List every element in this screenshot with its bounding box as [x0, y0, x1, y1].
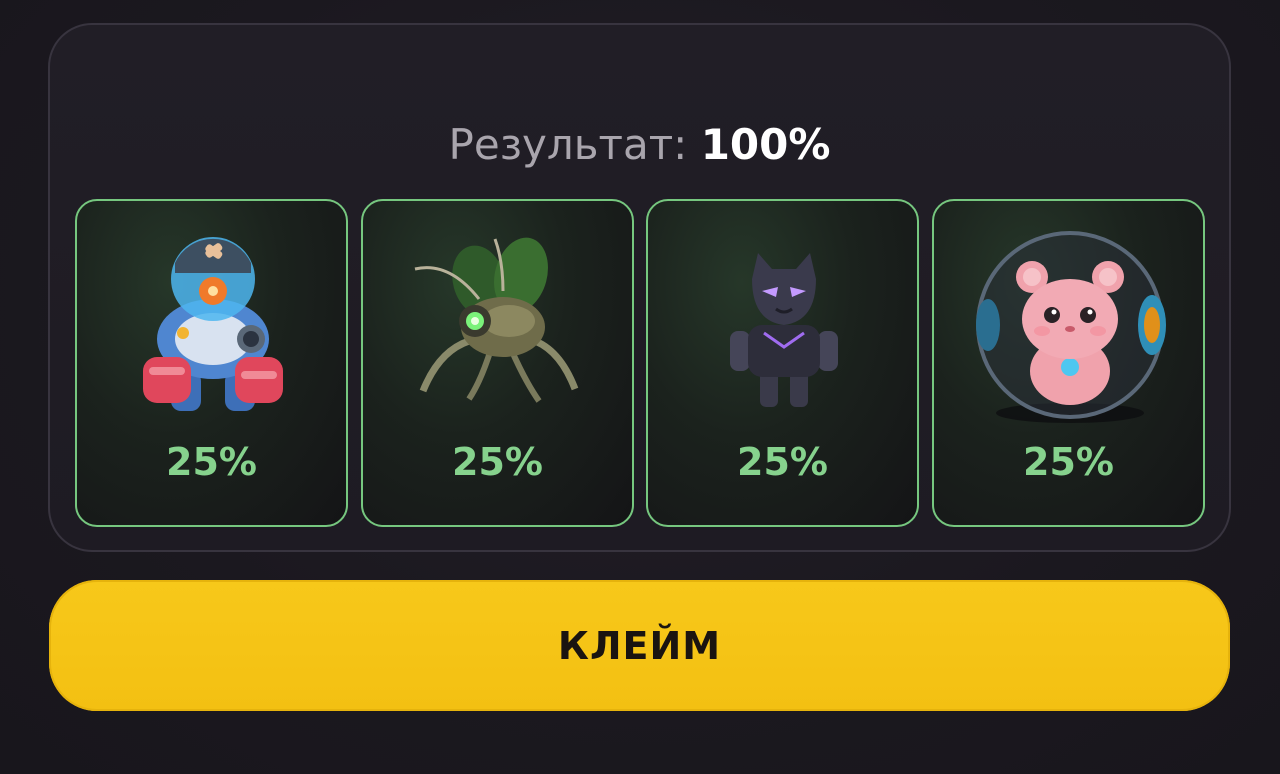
- result-value: 100%: [700, 120, 831, 169]
- card-panther-warrior[interactable]: 25%: [646, 199, 919, 527]
- card-robot-fish[interactable]: 25%: [75, 199, 348, 527]
- mech-bug-icon: [399, 221, 599, 431]
- claim-button-label: КЛЕЙМ: [557, 623, 722, 668]
- claim-button[interactable]: КЛЕЙМ: [49, 580, 1230, 711]
- card-hamster-ball[interactable]: 25%: [932, 199, 1205, 527]
- card-percent: 25%: [1023, 440, 1114, 484]
- hamster-ball-icon: [970, 221, 1170, 431]
- card-mech-bug[interactable]: 25%: [361, 199, 634, 527]
- card-percent: 25%: [452, 440, 543, 484]
- card-percent: 25%: [166, 440, 257, 484]
- result-label: Результат:: [448, 120, 688, 169]
- panther-warrior-icon: [684, 221, 884, 431]
- robot-fish-icon: [113, 221, 313, 431]
- card-percent: 25%: [737, 440, 828, 484]
- result-line: Результат: 100%: [50, 119, 1229, 171]
